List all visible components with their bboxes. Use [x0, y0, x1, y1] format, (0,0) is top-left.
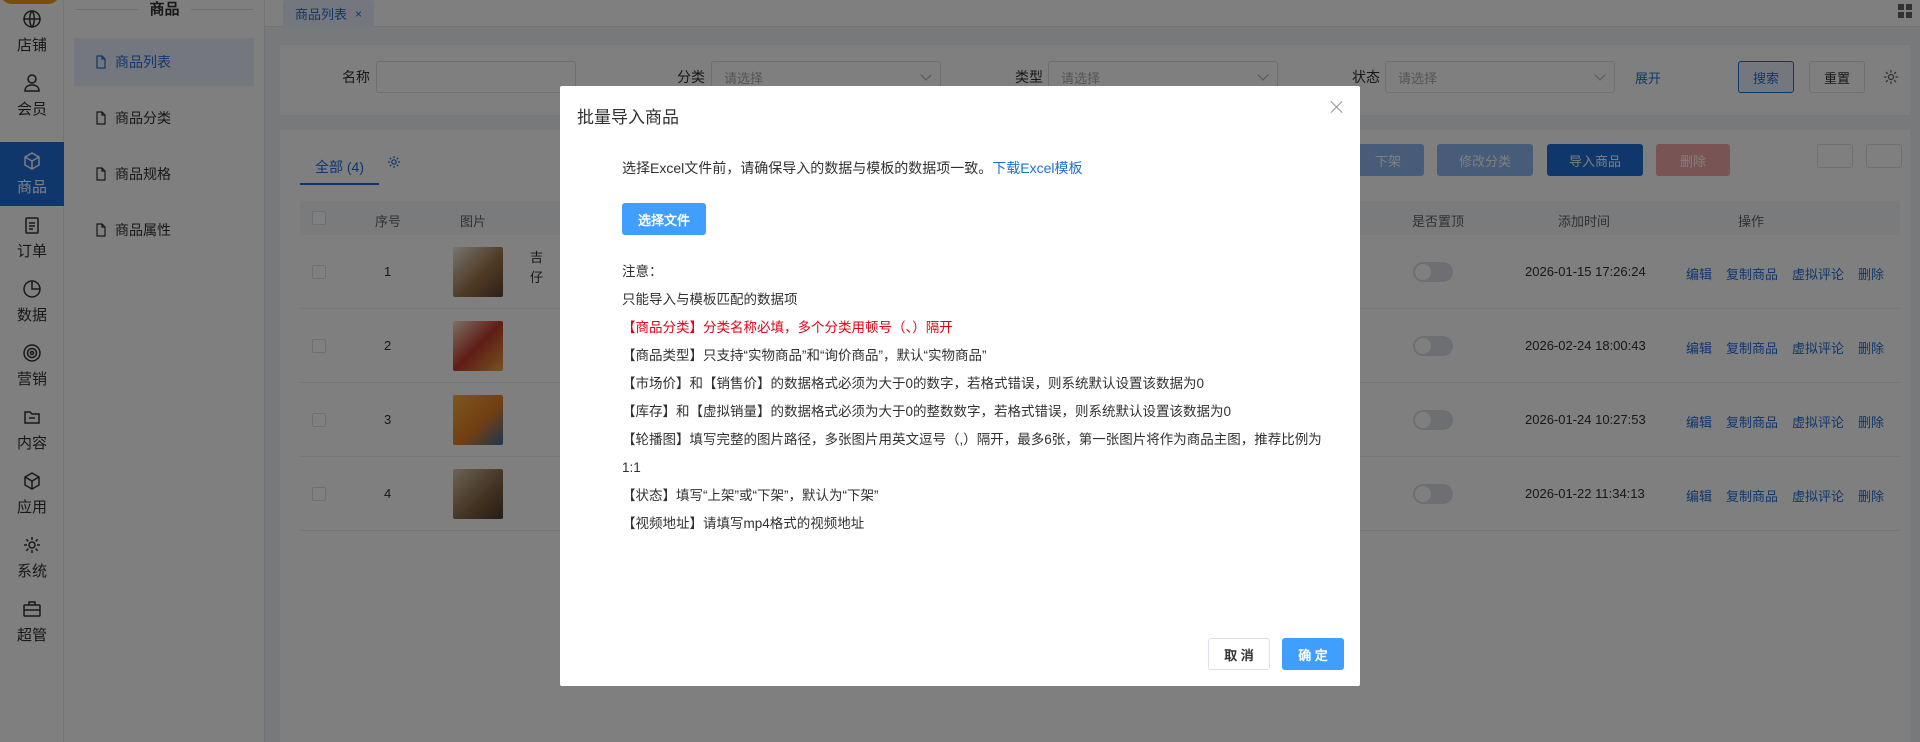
import-goods-dialog: 批量导入商品 选择Excel文件前，请确保导入的数据与模板的数据项一致。下载Ex…: [560, 86, 1360, 686]
note-line: 只能导入与模板匹配的数据项: [622, 292, 798, 307]
download-template-link[interactable]: 下载Excel模板: [992, 160, 1082, 176]
note-line: 【商品类型】只支持“实物商品”和“询价商品”，默认“实物商品”: [622, 348, 987, 363]
dialog-title: 批量导入商品: [577, 108, 679, 127]
note-line: 【市场价】和【销售价】的数据格式必须为大于0的数字，若格式错误，则系统默认设置该…: [622, 376, 1205, 391]
note-line: 【轮播图】填写完整的图片路径，多张图片用英文逗号（,）隔开，最多6张，第一张图片…: [622, 432, 1322, 475]
import-notes: 注意： 只能导入与模板匹配的数据项 【商品分类】分类名称必填，多个分类用顿号（、…: [622, 258, 1322, 538]
confirm-button[interactable]: 确 定: [1282, 638, 1344, 670]
cancel-button[interactable]: 取 消: [1208, 638, 1270, 670]
note-line: 注意：: [622, 264, 663, 279]
close-icon[interactable]: [1330, 100, 1344, 114]
note-line: 【库存】和【虚拟销量】的数据格式必须为大于0的整数数字，若格式错误，则系统默认设…: [622, 404, 1232, 419]
dialog-intro: 选择Excel文件前，请确保导入的数据与模板的数据项一致。下载Excel模板: [622, 160, 1083, 176]
note-line: 【视频地址】请填写mp4格式的视频地址: [622, 516, 865, 531]
choose-file-button[interactable]: 选择文件: [622, 203, 706, 235]
note-line-required: 【商品分类】分类名称必填，多个分类用顿号（、）隔开: [622, 320, 953, 335]
note-line: 【状态】填写“上架”或“下架”，默认为“下架”: [622, 488, 879, 503]
